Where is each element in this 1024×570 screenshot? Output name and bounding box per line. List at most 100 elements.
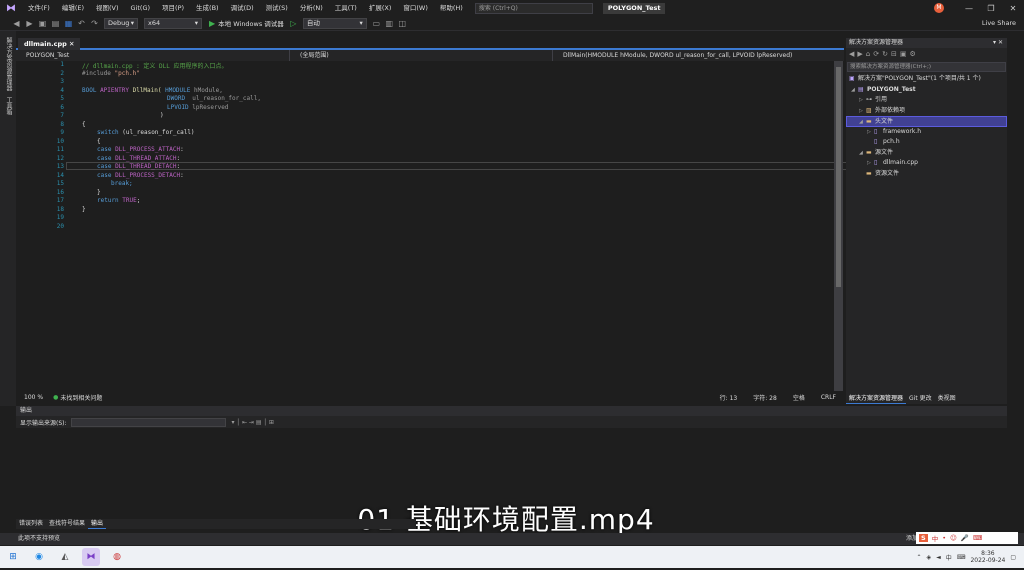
expand-arrow-icon[interactable]: ▷ bbox=[859, 106, 866, 117]
tray-lang[interactable]: 中 bbox=[946, 553, 952, 562]
nav-scope-select[interactable]: (全局范围) bbox=[290, 50, 553, 61]
home-icon[interactable]: ⌂ bbox=[866, 50, 870, 58]
ime-keyboard-icon[interactable]: ⌨ bbox=[973, 534, 982, 542]
tree-item-references[interactable]: ▷ ⊶ 引用 bbox=[846, 95, 1007, 106]
bookmark-icon[interactable]: ◫ bbox=[396, 17, 409, 30]
close-button[interactable]: ✕ bbox=[1002, 4, 1024, 13]
collapse-icon[interactable]: ⊟ bbox=[891, 50, 897, 58]
menu-edit[interactable]: 编辑(E) bbox=[56, 0, 90, 16]
search-input[interactable]: 搜索 (Ctrl+Q) bbox=[474, 2, 593, 14]
save-icon[interactable]: ▦ bbox=[62, 17, 75, 30]
menu-tools[interactable]: 工具(T) bbox=[329, 0, 363, 16]
eol-indicator[interactable]: CRLF bbox=[813, 394, 844, 401]
spaces-indicator[interactable]: 空格 bbox=[785, 393, 813, 402]
edge-icon[interactable]: ◉ bbox=[30, 548, 48, 566]
tab-class-view[interactable]: 类视图 bbox=[935, 394, 959, 404]
properties-icon[interactable]: ⚙ bbox=[909, 50, 915, 58]
tree-item-source-files[interactable]: ◢ ▬ 源文件 bbox=[846, 148, 1007, 159]
open-icon[interactable]: ▤ bbox=[49, 17, 62, 30]
live-share-button[interactable]: Live Share bbox=[982, 19, 1016, 27]
windows-start-icon[interactable]: ⊞ bbox=[4, 548, 22, 566]
ime-lang[interactable]: 中 bbox=[932, 533, 939, 543]
menu-project[interactable]: 项目(P) bbox=[156, 0, 190, 16]
output-source-select[interactable] bbox=[70, 417, 226, 427]
forward-icon[interactable]: ▶ bbox=[857, 50, 862, 58]
nav-project-select[interactable]: POLYGON_Test bbox=[16, 50, 290, 61]
notification-icon[interactable]: ▢ bbox=[1010, 554, 1016, 561]
menu-file[interactable]: 文件(F) bbox=[22, 0, 56, 16]
play-outline-icon[interactable]: ▷ bbox=[287, 17, 300, 30]
forward-icon[interactable]: ▶ bbox=[23, 17, 36, 30]
recorder-icon[interactable]: ◍ bbox=[108, 548, 126, 566]
menu-window[interactable]: 窗口(W) bbox=[397, 0, 434, 16]
tab-dllmain[interactable]: dllmain.cpp ✕ bbox=[18, 38, 81, 50]
editor-vertical-scrollbar[interactable] bbox=[834, 61, 843, 391]
refresh-icon[interactable]: ↻ bbox=[882, 50, 888, 58]
toolbox-side-tab[interactable]: 工具箱 bbox=[4, 97, 13, 115]
redo-icon[interactable]: ↷ bbox=[88, 17, 101, 30]
ime-mic-icon[interactable]: 🎤 bbox=[961, 534, 969, 542]
output-toolbar-icons[interactable]: ▾ │ ⇤ ⇥ ▤ │ ⊞ bbox=[232, 419, 274, 426]
platform-select[interactable]: x64 ▾ bbox=[144, 17, 202, 29]
ime-punct-icon[interactable]: • bbox=[942, 534, 946, 542]
clock[interactable]: 8:36 2022-09-24 bbox=[970, 550, 1005, 564]
avatar[interactable]: M bbox=[934, 3, 944, 13]
solution-explorer-side-tab[interactable]: 解决方案资源管理器 bbox=[4, 37, 13, 91]
menu-git[interactable]: Git(G) bbox=[125, 0, 157, 16]
code-editor[interactable]: 1 2 3 4 5 6 7 8 9 10 11 12 13 14 15 16 17 18 19 20 // dllma… bbox=[16, 61, 848, 391]
back-icon[interactable]: ◀ bbox=[849, 50, 854, 58]
tab-solution-explorer[interactable]: 解决方案资源管理器 bbox=[846, 394, 907, 404]
ime-emoji-icon[interactable]: ☺ bbox=[950, 534, 957, 542]
zoom-select[interactable]: 100 % bbox=[16, 394, 51, 401]
expand-arrow-icon[interactable]: ▷ bbox=[867, 158, 874, 169]
auto-select[interactable]: 自动 ▾ bbox=[302, 17, 367, 29]
sync-icon[interactable]: ⟳ bbox=[873, 50, 879, 58]
expand-arrow-icon[interactable]: ▷ bbox=[867, 127, 874, 138]
nav-function-select[interactable]: DllMain(HMODULE hModule, DWORD ul_reason… bbox=[553, 50, 843, 61]
scrollbar-thumb[interactable] bbox=[836, 67, 841, 287]
tree-solution-root[interactable]: ▣ 解决方案"POLYGON_Test"(1 个项目/共 1 个) bbox=[846, 74, 1007, 85]
tree-item-dllmain-cpp[interactable]: ▷ ▯ dllmain.cpp bbox=[846, 158, 1007, 169]
tab-error-list[interactable]: 错误列表 bbox=[16, 519, 46, 529]
tab-git-changes[interactable]: Git 更改 bbox=[906, 394, 935, 404]
tree-item-framework-h[interactable]: ▷ ▯ framework.h bbox=[846, 127, 1007, 138]
visual-studio-icon[interactable]: ⧓ bbox=[82, 548, 100, 566]
new-project-icon[interactable]: ▣ bbox=[36, 17, 49, 30]
play-icon[interactable]: ▶ bbox=[209, 19, 215, 28]
menu-help[interactable]: 帮助(H) bbox=[434, 0, 469, 16]
menu-test[interactable]: 测试(S) bbox=[260, 0, 294, 16]
menu-build[interactable]: 生成(B) bbox=[190, 0, 225, 16]
volume-icon[interactable]: ◄ bbox=[936, 554, 941, 561]
tab-output[interactable]: 输出 bbox=[88, 519, 107, 529]
maximize-button[interactable]: ❐ bbox=[980, 4, 1002, 13]
tree-item-resource-files[interactable]: ▬ 资源文件 bbox=[846, 169, 1007, 180]
expand-arrow-icon[interactable]: ◢ bbox=[851, 85, 858, 96]
config-select[interactable]: Debug ▾ bbox=[104, 17, 138, 29]
issues-status[interactable]: 未找到相关问题 bbox=[60, 393, 102, 402]
tab-find-symbol[interactable]: 查找符号结果 bbox=[46, 519, 88, 529]
tree-item-pch-h[interactable]: ▯ pch.h bbox=[846, 137, 1007, 148]
close-icon[interactable]: ✕ bbox=[69, 40, 74, 48]
menu-view[interactable]: 视图(V) bbox=[90, 0, 125, 16]
sogou-logo-icon[interactable]: S bbox=[919, 534, 928, 542]
network-icon[interactable]: ◈ bbox=[927, 554, 932, 561]
menu-debug[interactable]: 调试(D) bbox=[225, 0, 260, 16]
tree-item-external-deps[interactable]: ▷ ▨ 外部依赖项 bbox=[846, 106, 1007, 117]
run-debugger-button[interactable]: 本地 Windows 调试器 bbox=[218, 18, 284, 28]
expand-arrow-icon[interactable]: ◢ bbox=[859, 148, 866, 159]
folder-icon[interactable]: ▭ bbox=[370, 17, 383, 30]
layout-icon[interactable]: ▥ bbox=[383, 17, 396, 30]
minimize-button[interactable]: — bbox=[958, 4, 980, 13]
menu-extensions[interactable]: 扩展(X) bbox=[363, 0, 398, 16]
solution-search-input[interactable]: 搜索解决方案资源管理器(Ctrl+;) bbox=[847, 62, 1006, 72]
panel-close-icon[interactable]: ▾ ✕ bbox=[993, 38, 1003, 48]
menu-analyze[interactable]: 分析(N) bbox=[294, 0, 329, 16]
show-all-icon[interactable]: ▣ bbox=[900, 50, 907, 58]
tray-chevron-icon[interactable]: ⌃ bbox=[916, 554, 921, 561]
undo-icon[interactable]: ↶ bbox=[75, 17, 88, 30]
expand-arrow-icon[interactable]: ▷ bbox=[859, 95, 866, 106]
app-icon[interactable]: ◭ bbox=[56, 548, 74, 566]
ime-tray-icon[interactable]: ⌨ bbox=[957, 554, 966, 561]
back-icon[interactable]: ◀ bbox=[10, 17, 23, 30]
tree-project[interactable]: ◢ ▤ POLYGON_Test bbox=[846, 85, 1007, 96]
